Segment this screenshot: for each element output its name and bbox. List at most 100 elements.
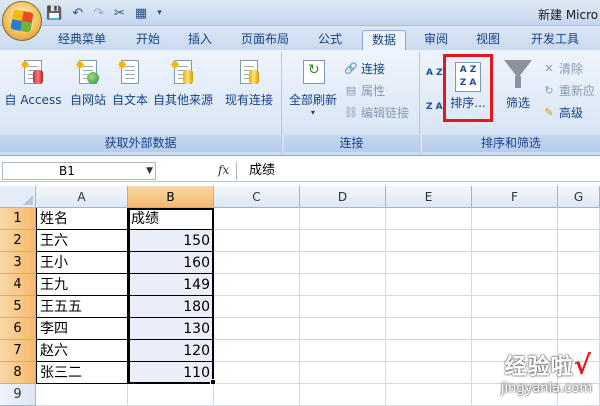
cell-b[interactable]: 120 <box>128 340 214 362</box>
cell-empty[interactable] <box>300 230 386 252</box>
column-header-c[interactable]: C <box>214 186 300 208</box>
cell-a[interactable]: 姓名 <box>36 208 128 230</box>
refresh-dropdown-icon[interactable]: ▾ <box>286 108 340 117</box>
row-header[interactable]: 6 <box>0 318 36 340</box>
cell-empty[interactable] <box>472 252 558 274</box>
cell-empty[interactable] <box>214 208 300 230</box>
refresh-all-button[interactable]: 全部刷新 ▾ <box>286 58 340 117</box>
cell-empty[interactable] <box>386 362 472 384</box>
cell-empty[interactable] <box>386 384 472 406</box>
row-header[interactable]: 3 <box>0 252 36 274</box>
cell-a[interactable]: 王六 <box>36 230 128 252</box>
cell-empty[interactable] <box>214 362 300 384</box>
cell-empty[interactable] <box>472 274 558 296</box>
tab-home[interactable]: 开始 <box>128 30 168 50</box>
cell-a[interactable]: 王小 <box>36 252 128 274</box>
column-header-b[interactable]: B <box>128 186 214 208</box>
office-button[interactable] <box>2 1 42 41</box>
cell-a[interactable]: 李四 <box>36 318 128 340</box>
column-header-e[interactable]: E <box>386 186 472 208</box>
column-header-a[interactable]: A <box>36 186 128 208</box>
save-icon[interactable]: 💾 <box>46 6 62 21</box>
redo-icon[interactable]: ↷ <box>93 6 104 21</box>
cell-empty[interactable] <box>558 208 600 230</box>
column-header-g[interactable]: G <box>558 186 600 208</box>
cell-b[interactable]: 110 <box>128 362 214 384</box>
advanced-button[interactable]: ✎ 高级 <box>542 104 583 121</box>
column-header-d[interactable]: D <box>300 186 386 208</box>
cell-b[interactable]: 成绩 <box>128 208 214 230</box>
cell-a[interactable]: 王五五 <box>36 296 128 318</box>
cell-empty[interactable] <box>300 208 386 230</box>
cell-empty[interactable] <box>386 252 472 274</box>
row-header[interactable]: 2 <box>0 230 36 252</box>
cell-empty[interactable] <box>214 384 300 406</box>
tab-insert[interactable]: 插入 <box>180 30 220 50</box>
cell-empty[interactable] <box>386 274 472 296</box>
from-other-sources-button[interactable]: ✸ 自其他来源 <box>150 58 216 108</box>
tab-review[interactable]: 审阅 <box>416 30 456 50</box>
sort-a-z-button[interactable]: A Z <box>426 68 443 78</box>
cell-empty[interactable] <box>300 252 386 274</box>
undo-icon[interactable]: ↶ <box>72 6 83 21</box>
cell-empty[interactable] <box>300 340 386 362</box>
cell-empty[interactable] <box>214 274 300 296</box>
cell-b[interactable] <box>128 384 214 406</box>
edit-links-button[interactable]: ⛓ 编辑链接 <box>344 104 409 121</box>
sort-z-a-button[interactable]: Z A <box>426 102 443 112</box>
cell-empty[interactable] <box>386 208 472 230</box>
cell-empty[interactable] <box>386 230 472 252</box>
tab-formulas[interactable]: 公式 <box>310 30 350 50</box>
cell-a[interactable] <box>36 384 128 406</box>
from-access-button[interactable]: ✸ 自 Access <box>4 58 62 108</box>
cell-empty[interactable] <box>472 318 558 340</box>
reapply-button[interactable]: ↻ 重新应 <box>542 82 595 99</box>
name-box[interactable]: B1 ▼ <box>2 162 156 180</box>
from-web-button[interactable]: ✸ 自网站 <box>66 58 110 108</box>
cell-empty[interactable] <box>300 384 386 406</box>
cell-empty[interactable] <box>558 230 600 252</box>
cell-empty[interactable] <box>558 296 600 318</box>
tab-page-layout[interactable]: 页面布局 <box>232 30 298 50</box>
row-header[interactable]: 5 <box>0 296 36 318</box>
row-header[interactable]: 9 <box>0 384 36 406</box>
cell-a[interactable]: 赵六 <box>36 340 128 362</box>
row-header[interactable]: 8 <box>0 362 36 384</box>
from-text-button[interactable]: ✸ 自文本 <box>110 58 150 108</box>
insert-function-icon[interactable]: fx <box>218 163 229 177</box>
fill-handle[interactable] <box>210 379 216 385</box>
cell-empty[interactable] <box>214 230 300 252</box>
row-header[interactable]: 4 <box>0 274 36 296</box>
cell-empty[interactable] <box>300 296 386 318</box>
cell-empty[interactable] <box>214 296 300 318</box>
scissors-icon[interactable]: ✂ <box>114 6 125 21</box>
cell-empty[interactable] <box>386 296 472 318</box>
cell-empty[interactable] <box>300 362 386 384</box>
cell-empty[interactable] <box>300 318 386 340</box>
select-all-corner[interactable] <box>0 186 36 208</box>
cell-b[interactable]: 180 <box>128 296 214 318</box>
formula-input[interactable]: 成绩 <box>236 162 600 180</box>
connections-button[interactable]: 🔗 连接 <box>344 60 385 77</box>
properties-button[interactable]: ▤ 属性 <box>344 82 385 99</box>
tab-classic-menu[interactable]: 经典菜单 <box>52 30 112 50</box>
cell-empty[interactable] <box>558 274 600 296</box>
cell-b[interactable]: 150 <box>128 230 214 252</box>
row-header[interactable]: 1 <box>0 208 36 230</box>
name-box-dropdown-icon[interactable]: ▼ <box>146 163 153 179</box>
cell-empty[interactable] <box>214 340 300 362</box>
row-header[interactable]: 7 <box>0 340 36 362</box>
tab-developer[interactable]: 开发工具 <box>522 30 588 50</box>
cell-empty[interactable] <box>386 340 472 362</box>
cell-empty[interactable] <box>558 252 600 274</box>
filter-button[interactable]: 筛选 <box>498 58 538 111</box>
cell-empty[interactable] <box>472 208 558 230</box>
clear-button[interactable]: ✕ 清除 <box>542 60 583 77</box>
cell-empty[interactable] <box>214 252 300 274</box>
cell-b[interactable]: 130 <box>128 318 214 340</box>
tab-data[interactable]: 数据 <box>362 30 406 50</box>
cell-empty[interactable] <box>300 274 386 296</box>
cell-empty[interactable] <box>472 296 558 318</box>
cell-empty[interactable] <box>386 318 472 340</box>
table-icon[interactable]: ▦ <box>135 6 147 21</box>
